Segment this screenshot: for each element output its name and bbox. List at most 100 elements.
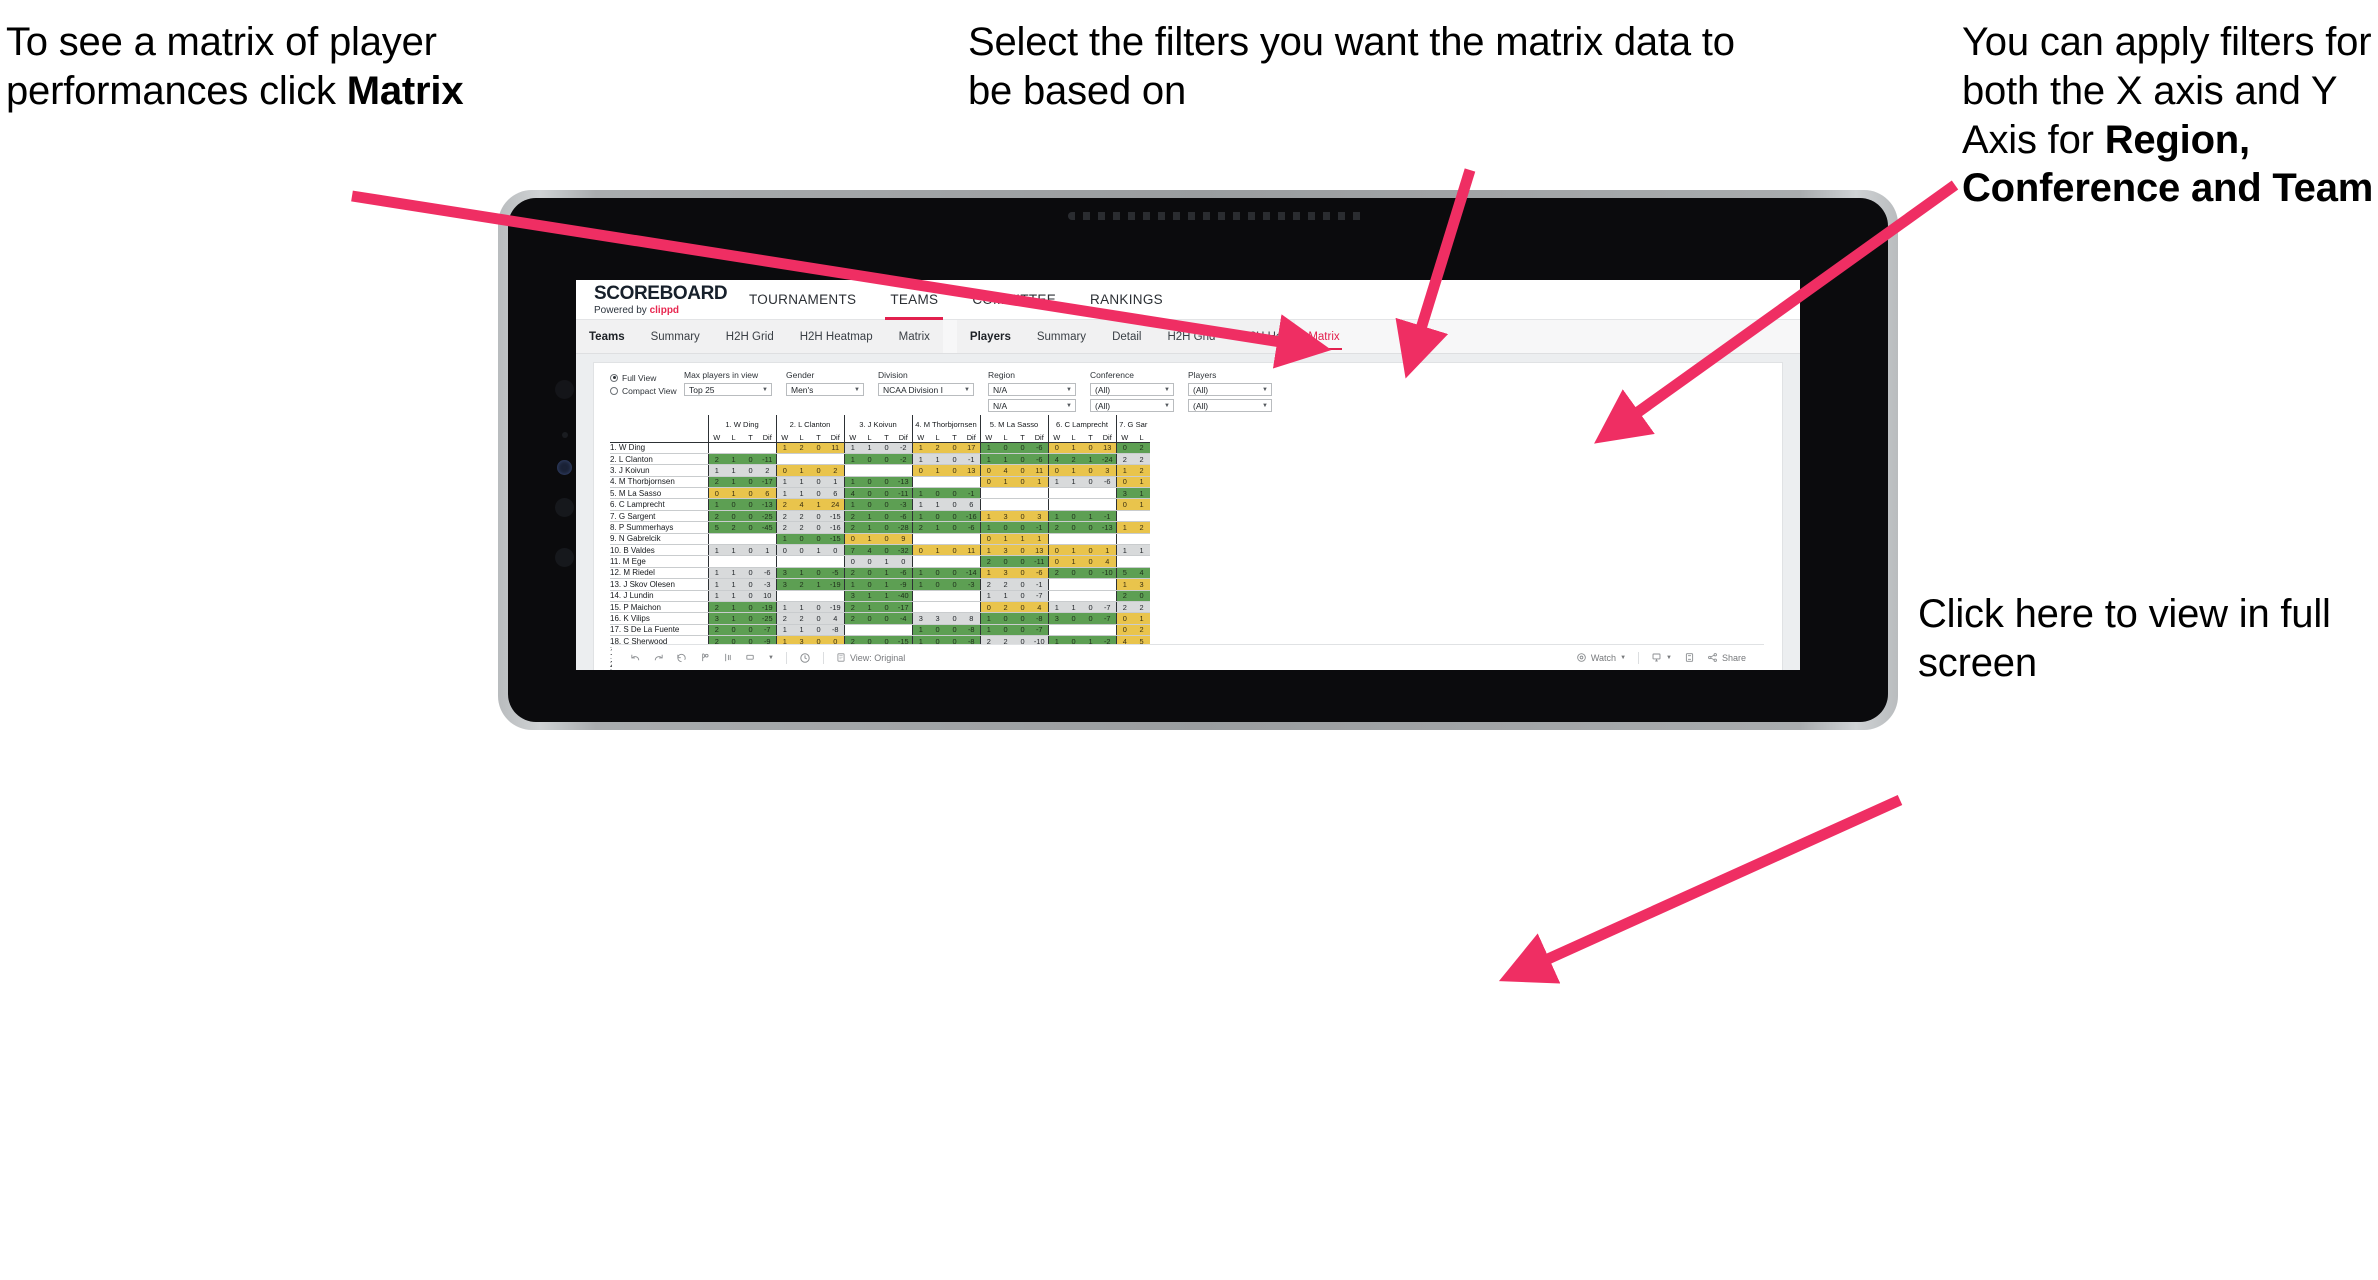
matrix-cell[interactable] [1065,533,1082,546]
matrix-cell[interactable]: 0 [810,612,827,625]
matrix-cell[interactable]: 1 [861,601,878,614]
matrix-cell[interactable]: 1 [810,578,827,591]
matrix-cell[interactable] [759,555,776,568]
matrix-cell[interactable]: -3 [895,498,912,511]
matrix-cell[interactable]: 0 [1065,521,1082,534]
matrix-cell[interactable]: 1 [929,498,946,511]
matrix-cell[interactable]: -5 [827,567,844,580]
matrix-cell[interactable]: 1 [1031,476,1048,489]
matrix-cell[interactable]: 2 [929,441,946,454]
matrix-cell[interactable] [929,533,946,546]
matrix-cell[interactable]: 0 [861,555,878,568]
matrix-cell[interactable]: 1 [1047,476,1065,489]
matrix-cell[interactable] [1115,555,1133,568]
filter-division-select[interactable]: NCAA Division I ▼ [878,383,974,396]
matrix-cell[interactable]: 0 [810,441,827,454]
matrix-cell[interactable]: 0 [810,533,827,546]
watch-button[interactable]: Watch ▼ [1570,652,1632,663]
matrix-cell[interactable] [810,555,827,568]
matrix-cell[interactable] [929,476,946,489]
matrix-cell[interactable]: 0 [878,533,895,546]
view-mode-full[interactable]: Full View [610,371,684,384]
matrix-cell[interactable]: 11 [1031,464,1048,477]
matrix-cell[interactable]: 0 [1082,476,1099,489]
matrix-cell[interactable]: 2 [793,578,810,591]
matrix-cell[interactable] [963,590,980,602]
matrix-cell[interactable]: -7 [1031,624,1048,637]
matrix-cell[interactable]: 1 [1014,533,1031,546]
matrix-cell[interactable]: 4 [861,544,878,557]
matrix-cell[interactable]: 1 [775,601,793,614]
matrix-cell[interactable]: 1 [861,533,878,546]
matrix-cell[interactable]: 1 [1065,464,1082,477]
matrix-cell[interactable]: 1 [979,441,997,454]
matrix-cell[interactable]: 2 [843,567,861,580]
matrix-cell[interactable]: 0 [1014,601,1031,614]
matrix-cell[interactable] [742,441,759,454]
matrix-cell[interactable]: 0 [775,464,793,477]
matrix-cell[interactable]: 1 [1133,544,1150,557]
matrix-cell[interactable]: 13 [963,464,980,477]
matrix-cell[interactable]: 0 [1014,441,1031,454]
matrix-cell[interactable]: 0 [878,612,895,625]
matrix-cell[interactable]: 1 [810,544,827,557]
matrix-cell[interactable]: -13 [1099,521,1116,534]
matrix-cell[interactable]: 2 [775,498,793,511]
matrix-cell[interactable]: 0 [929,624,946,637]
topnav-item-rankings[interactable]: RANKINGS [1073,280,1180,320]
matrix-cell[interactable]: 0 [1047,544,1065,557]
matrix-cell[interactable]: 1 [1031,533,1048,546]
matrix-cell[interactable]: 1 [878,567,895,580]
view-mode-radio-group[interactable]: Full View Compact View [610,370,684,397]
matrix-cell[interactable]: 1 [725,601,742,614]
device-layout-button[interactable]: ▼ [1645,652,1678,663]
matrix-cell[interactable]: 13 [1031,544,1048,557]
matrix-cell[interactable]: 3 [997,544,1014,557]
subtab-teams-summary[interactable]: Summary [638,320,713,353]
matrix-cell[interactable] [827,555,844,568]
matrix-cell[interactable]: 1 [979,453,997,466]
filter-conference-select-y[interactable]: (All) ▼ [1090,399,1174,412]
matrix-cell[interactable] [793,590,810,602]
matrix-cell[interactable] [997,487,1014,500]
matrix-cell[interactable]: 1 [793,487,810,500]
topnav-item-tournaments[interactable]: TOURNAMENTS [732,280,873,320]
share-button[interactable]: Share [1701,652,1752,663]
matrix-cell[interactable]: 0 [1014,453,1031,466]
matrix-cell[interactable]: 1 [1115,464,1133,477]
side-button-secondary-icon[interactable] [555,548,574,567]
undo-icon[interactable] [624,652,647,663]
matrix-cell[interactable]: 0 [946,464,963,477]
matrix-cell[interactable]: 2 [1065,453,1082,466]
matrix-cell[interactable]: 1 [793,624,810,637]
matrix-cell[interactable]: 2 [997,601,1014,614]
matrix-cell[interactable]: 0 [1082,441,1099,454]
matrix-cell[interactable]: 0 [1014,521,1031,534]
matrix-cell[interactable]: -7 [1099,601,1116,614]
revert-icon[interactable] [670,652,693,663]
matrix-cell[interactable]: 0 [1014,544,1031,557]
matrix-cell[interactable]: 1 [775,624,793,637]
matrix-cell[interactable] [1065,578,1082,591]
matrix-cell[interactable]: 6 [827,487,844,500]
matrix-cell[interactable]: 2 [1133,521,1150,534]
matrix-cell[interactable]: 2 [775,521,793,534]
matrix-cell[interactable] [946,555,963,568]
matrix-cell[interactable]: 1 [861,441,878,454]
matrix-cell[interactable]: 1 [979,567,997,580]
matrix-cell[interactable]: -24 [1099,453,1116,466]
matrix-cell[interactable] [911,555,929,568]
view-original-button[interactable]: View: Original [830,652,911,663]
matrix-cell[interactable] [1082,498,1099,511]
matrix-cell[interactable]: 0 [810,464,827,477]
matrix-cell[interactable] [946,590,963,602]
matrix-cell[interactable]: 0 [827,544,844,557]
matrix-cell[interactable]: 3 [929,612,946,625]
pause-icon[interactable] [716,652,739,663]
matrix-cell[interactable]: 0 [843,555,861,568]
matrix-cell[interactable]: -13 [759,498,776,511]
matrix-cell[interactable]: 3 [775,578,793,591]
matrix-cell[interactable]: 0 [1014,510,1031,523]
matrix-cell[interactable]: 0 [979,476,997,489]
matrix-cell[interactable]: 1 [1065,544,1082,557]
